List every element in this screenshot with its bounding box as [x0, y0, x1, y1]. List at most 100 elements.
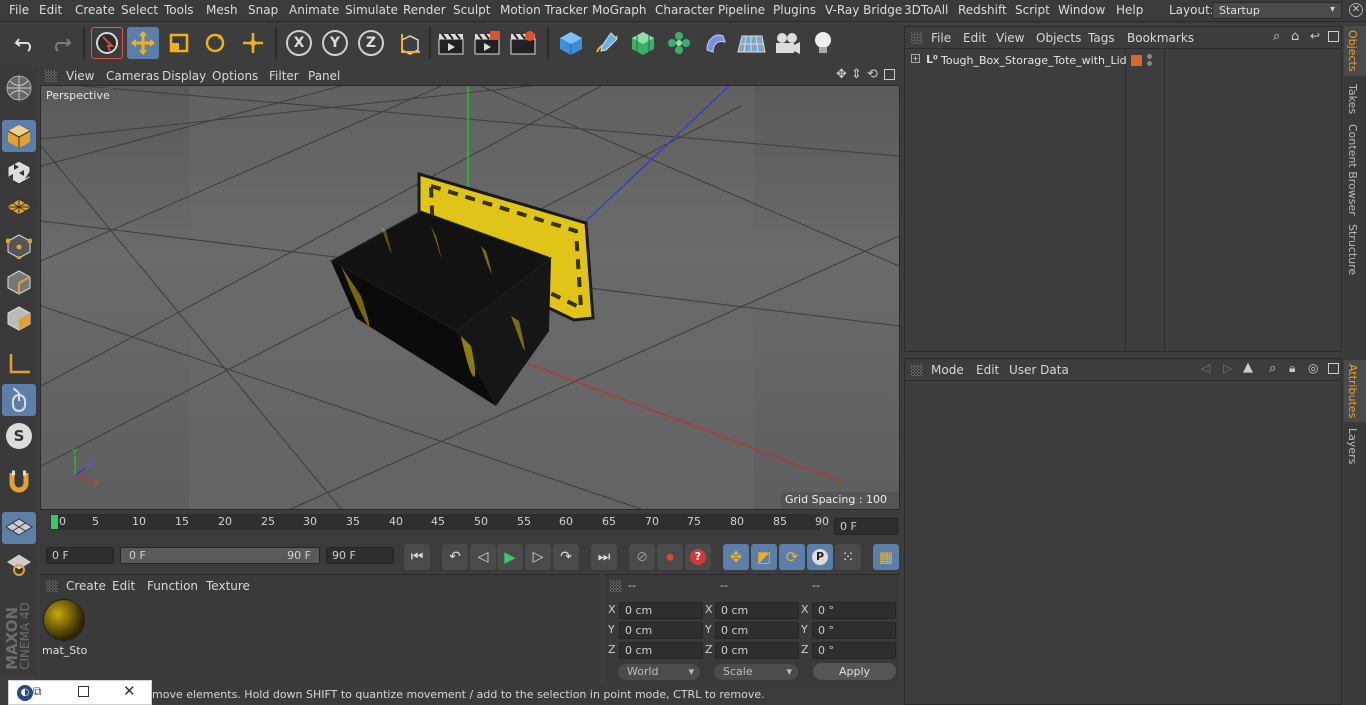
axis-mode-button[interactable]	[2, 348, 36, 380]
scale-tool-button[interactable]	[163, 27, 195, 59]
menu-render[interactable]: Render	[403, 3, 446, 17]
object-row[interactable]: + L⁰ Tough_Box_Storage_Tote_with_Lid	[907, 52, 1339, 70]
light-button[interactable]	[807, 27, 839, 59]
current-frame-field[interactable]: 0 F	[834, 518, 898, 535]
position-x-field[interactable]: 0 cm	[619, 602, 703, 619]
live-selection-button[interactable]	[91, 27, 123, 59]
menu-sculpt[interactable]: Sculpt	[453, 3, 490, 17]
next-frame-button[interactable]: ▷	[525, 544, 551, 570]
y-axis-lock-button[interactable]: Y	[319, 27, 351, 59]
coordinate-space-select[interactable]: World ▾	[618, 664, 700, 680]
model-mode-button[interactable]	[2, 120, 36, 152]
pointer-icon[interactable]: ▲	[1243, 360, 1253, 375]
move-view-icon[interactable]: ✥	[836, 67, 847, 82]
new-window-icon[interactable]	[1328, 363, 1339, 374]
objects-menu-objects[interactable]: Objects	[1036, 31, 1081, 45]
go-to-start-button[interactable]: ⏮	[404, 544, 430, 570]
viewport-perspective[interactable]: Perspective Y Z X Grid Spacing : 100 cm	[40, 85, 900, 510]
previous-key-button[interactable]: ↶	[442, 544, 468, 570]
redo-button[interactable]	[45, 27, 77, 59]
points-mode-button[interactable]	[2, 230, 36, 262]
size-y-field[interactable]: 0 cm	[715, 622, 799, 639]
new-window-icon[interactable]	[1328, 31, 1339, 42]
tab-takes[interactable]: Takes	[1346, 84, 1359, 114]
attributes-menu-mode[interactable]: Mode	[931, 363, 964, 377]
move-tool-button[interactable]	[127, 27, 159, 59]
cloner-button[interactable]	[663, 27, 695, 59]
tab-layers[interactable]: Layers	[1346, 428, 1359, 464]
tab-content-browser[interactable]: Content Browser	[1346, 124, 1359, 216]
drag-grip-icon[interactable]	[911, 364, 923, 376]
play-button[interactable]: ▶	[497, 544, 523, 570]
next-key-button[interactable]: ↷	[553, 544, 579, 570]
drag-grip-icon[interactable]	[610, 580, 622, 592]
objects-menu-tags[interactable]: Tags	[1088, 31, 1115, 45]
viewport-menu-options[interactable]: Options	[212, 69, 258, 83]
menu-character[interactable]: Character	[655, 3, 714, 17]
attributes-menu-edit[interactable]: Edit	[976, 363, 999, 377]
camera-button[interactable]	[771, 27, 803, 59]
viewport-menu-panel[interactable]: Panel	[308, 69, 340, 83]
drag-grip-icon[interactable]	[46, 580, 58, 592]
polygons-mode-button[interactable]	[2, 302, 36, 334]
editor-visibility-dot[interactable]	[1147, 54, 1152, 59]
menu-3dtoall[interactable]: 3DToAll	[904, 3, 948, 17]
objects-menu-view[interactable]: View	[996, 31, 1024, 45]
undo-button[interactable]	[9, 27, 41, 59]
enable-workplane-button[interactable]	[2, 512, 36, 544]
menu-plugins[interactable]: Plugins	[773, 3, 816, 17]
layout-select[interactable]: Startup ▾	[1212, 2, 1342, 19]
layer-tag-icon[interactable]	[1131, 55, 1142, 66]
key-rotation-button[interactable]: ⟳	[779, 544, 805, 570]
menu-pipeline[interactable]: Pipeline	[718, 3, 765, 17]
floor-button[interactable]	[735, 27, 767, 59]
menu-simulate[interactable]: Simulate	[345, 3, 398, 17]
tweak-mode-button[interactable]	[2, 384, 36, 416]
objects-menu-file[interactable]: File	[931, 31, 951, 45]
apply-button[interactable]: Apply	[813, 663, 896, 680]
timeline-window-button[interactable]: ▦	[873, 544, 899, 570]
transform-tool-button[interactable]	[237, 27, 269, 59]
position-y-field[interactable]: 0 cm	[619, 622, 703, 639]
menu-select[interactable]: Select	[121, 3, 158, 17]
search-icon[interactable]: ⌕	[1269, 361, 1276, 376]
coordinate-system-button[interactable]	[393, 27, 425, 59]
cube-primitive-button[interactable]	[555, 27, 587, 59]
back-arrow-icon[interactable]: ◁	[1201, 361, 1210, 375]
material-swatch[interactable]: mat_Sto	[42, 599, 87, 657]
attributes-menu-user-data[interactable]: User Data	[1009, 363, 1069, 377]
rotate-tool-button[interactable]	[199, 27, 231, 59]
menu-mograph[interactable]: MoGraph	[592, 3, 647, 17]
go-to-end-button[interactable]: ⏭	[591, 544, 617, 570]
viewport-menu-display[interactable]: Display	[162, 69, 206, 83]
size-x-field[interactable]: 0 cm	[715, 602, 799, 619]
autokeying-button[interactable]: ⏺	[657, 544, 683, 570]
z-axis-lock-button[interactable]: Z	[355, 27, 387, 59]
rotate-view-icon[interactable]: ⟲	[867, 67, 878, 82]
rotation-p-field[interactable]: 0 °	[812, 622, 896, 639]
deformer-button[interactable]	[699, 27, 731, 59]
menu-file[interactable]: File	[9, 3, 29, 17]
material-menu-function[interactable]: Function	[147, 579, 198, 593]
key-pla-button[interactable]: ⁙	[835, 544, 861, 570]
menu-create[interactable]: Create	[75, 3, 115, 17]
make-editable-button[interactable]	[2, 72, 36, 104]
solo-button[interactable]: S	[2, 420, 36, 452]
previous-frame-button[interactable]: ◁	[470, 544, 496, 570]
forward-arrow-icon[interactable]: ▷	[1223, 361, 1232, 375]
start-frame-field[interactable]: 0 F	[46, 547, 114, 564]
pen-spline-button[interactable]	[591, 27, 623, 59]
restore-icon[interactable]: ⧉	[33, 684, 42, 699]
expand-icon[interactable]: +	[911, 54, 920, 63]
objects-menu-edit[interactable]: Edit	[963, 31, 986, 45]
key-position-button[interactable]: ✥	[723, 544, 749, 570]
tab-objects[interactable]: Objects	[1346, 30, 1359, 72]
end-frame-field[interactable]: 90 F	[326, 547, 394, 564]
home-icon[interactable]: ⌂	[1291, 29, 1299, 44]
subdivision-surface-button[interactable]	[627, 27, 659, 59]
render-view-button[interactable]	[435, 27, 467, 59]
position-z-field[interactable]: 0 cm	[619, 642, 703, 659]
tab-attributes[interactable]: Attributes	[1346, 364, 1359, 418]
timeline-ruler[interactable]: 0 5 10 15 20 25 30 35 40 45 50 55 60 65 …	[40, 512, 900, 542]
menu-animate[interactable]: Animate	[289, 3, 339, 17]
